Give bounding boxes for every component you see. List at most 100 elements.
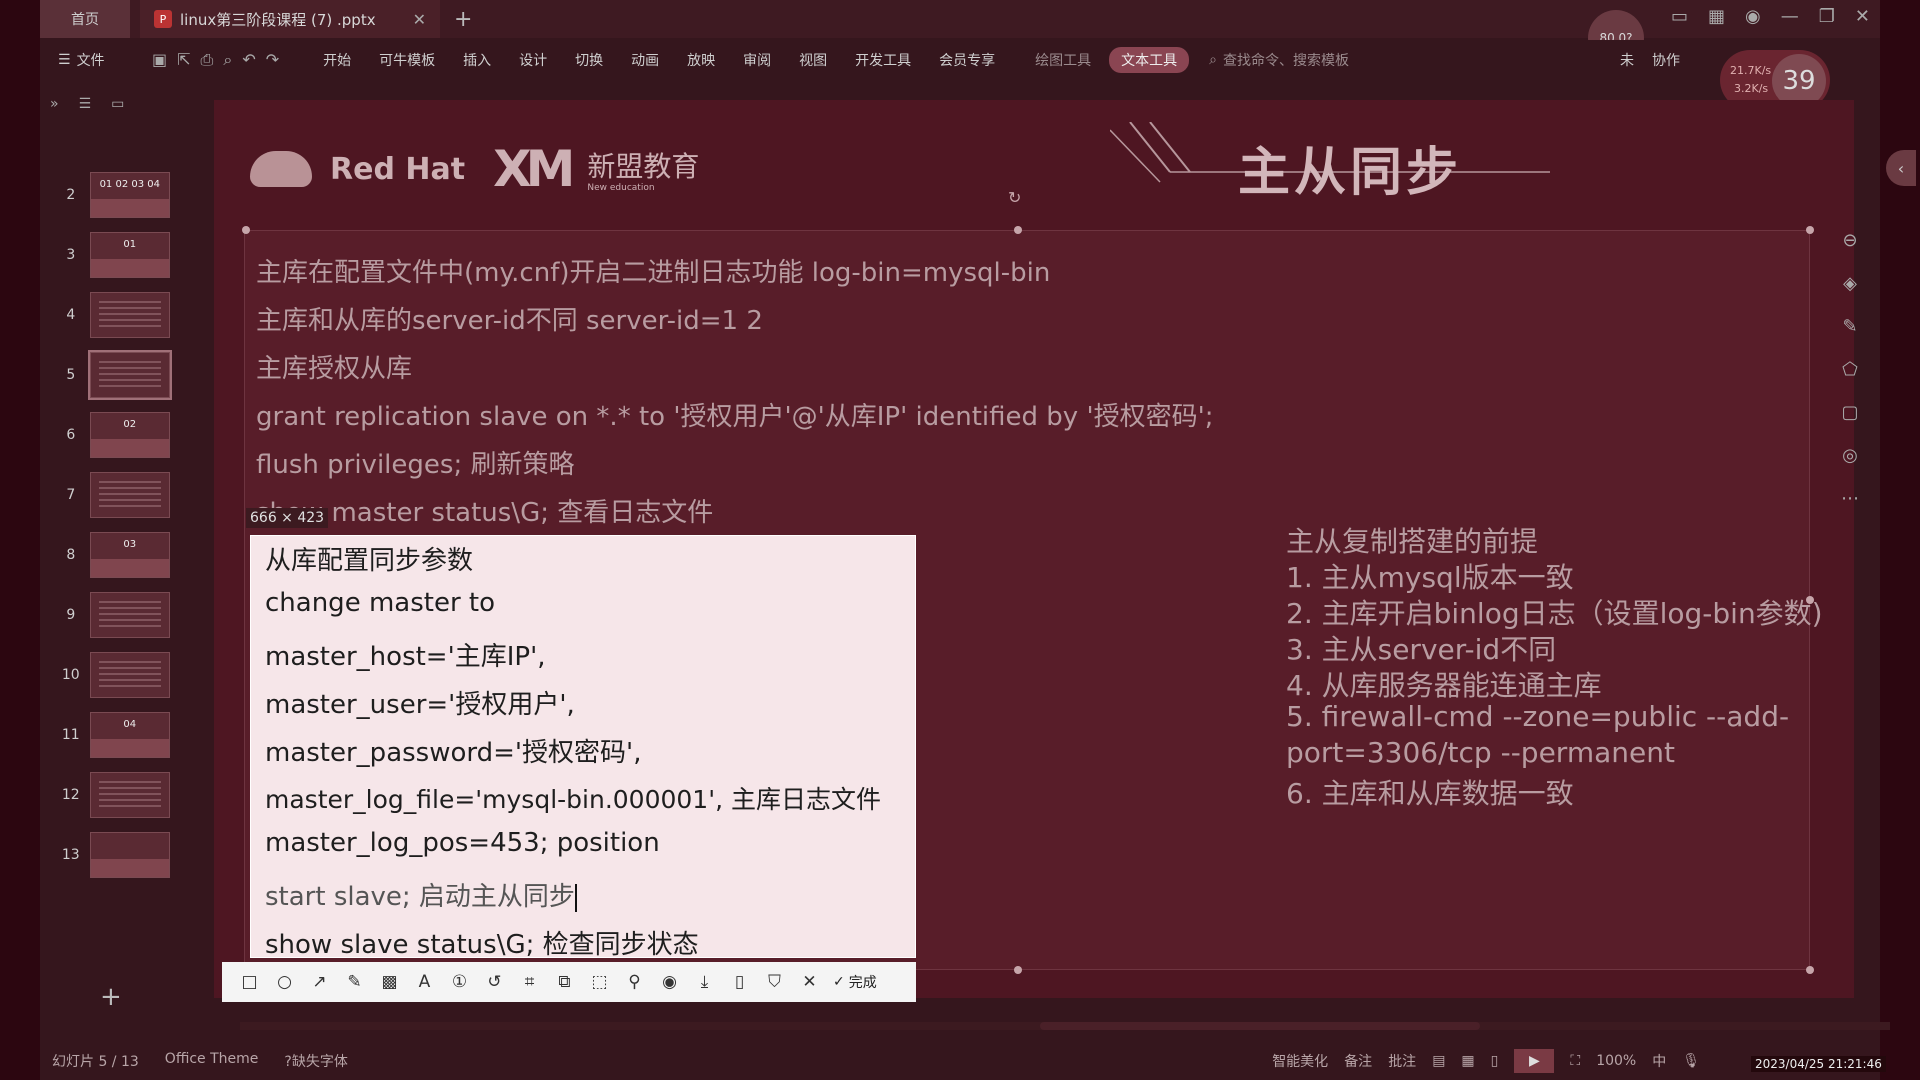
- new-tab-icon[interactable]: +: [454, 7, 472, 32]
- undo-icon[interactable]: ↺: [477, 972, 512, 992]
- sorter-view-icon[interactable]: ▦: [1461, 1053, 1474, 1069]
- file-menu[interactable]: ☰ 文件: [58, 50, 138, 70]
- pin-icon[interactable]: ⚲: [617, 972, 652, 992]
- resize-handle[interactable]: [1806, 226, 1814, 234]
- tab-developer[interactable]: 开发工具: [841, 50, 925, 70]
- tab-animation[interactable]: 动画: [617, 50, 673, 70]
- collaborate-button[interactable]: 协作: [1652, 50, 1680, 70]
- screenshot-capture-region[interactable]: 从库配置同步参数 change master to master_host='主…: [250, 535, 916, 960]
- tab-templates[interactable]: 可牛模板: [365, 50, 449, 70]
- pen-icon[interactable]: ✎: [1842, 316, 1857, 337]
- undo-icon[interactable]: ↶: [242, 50, 255, 70]
- text-icon[interactable]: A: [407, 972, 442, 992]
- number-marker-icon[interactable]: ①: [442, 972, 477, 992]
- resize-handle[interactable]: [1014, 226, 1022, 234]
- slide-title[interactable]: 主从同步: [1238, 130, 1462, 205]
- tab-drawing-tools[interactable]: 绘图工具: [1035, 50, 1091, 70]
- resize-handle[interactable]: [242, 226, 250, 234]
- tab-slideshow[interactable]: 放映: [673, 50, 729, 70]
- avatar[interactable]: ◉: [1745, 6, 1761, 27]
- collapse-pane-icon[interactable]: »: [50, 96, 59, 112]
- frame-icon[interactable]: ▢: [1841, 402, 1858, 423]
- collapse-panel-button[interactable]: ‹: [1886, 150, 1916, 186]
- record-icon[interactable]: ◉: [652, 972, 687, 992]
- preview-icon[interactable]: ⌕: [223, 50, 232, 70]
- export-icon[interactable]: ⇱: [177, 50, 190, 70]
- smart-beautify-button[interactable]: 智能美化: [1272, 1051, 1328, 1071]
- ellipse-icon[interactable]: ○: [267, 972, 302, 992]
- missing-font-button[interactable]: ?缺失字体: [284, 1051, 347, 1071]
- cloud-sync-button[interactable]: 未: [1620, 50, 1634, 70]
- slide-thumbnail[interactable]: 8 03: [60, 532, 170, 578]
- zoom-level[interactable]: 100%: [1596, 1053, 1636, 1069]
- tab-design[interactable]: 设计: [505, 50, 561, 70]
- shape-icon[interactable]: ⬠: [1842, 359, 1858, 380]
- rotate-handle-icon[interactable]: ↻: [1008, 188, 1021, 207]
- ime-indicator[interactable]: 中: [1652, 1051, 1666, 1071]
- bookmark-icon[interactable]: ⛉: [757, 972, 792, 992]
- thumbnail-number: 11: [61, 727, 80, 743]
- rectangle-icon[interactable]: □: [232, 972, 267, 992]
- command-search[interactable]: ⌕ 查找命令、搜索模板: [1209, 50, 1349, 70]
- window-close-icon[interactable]: ✕: [1855, 6, 1870, 27]
- redo-icon[interactable]: ↷: [266, 50, 279, 70]
- slide-thumbnail[interactable]: 10: [60, 652, 170, 698]
- phone-icon[interactable]: ▯: [722, 972, 757, 992]
- slide-thumbnail[interactable]: 7: [60, 472, 170, 518]
- close-tab-icon[interactable]: ✕: [413, 10, 426, 29]
- layout-icon[interactable]: ▭: [1671, 6, 1688, 27]
- slide-thumbnail[interactable]: 2 01 02 03 04: [60, 172, 170, 218]
- tab-member[interactable]: 会员专享: [925, 50, 1009, 70]
- horizontal-scrollbar[interactable]: [240, 1022, 1890, 1030]
- slide-thumbnail[interactable]: 13: [60, 832, 170, 878]
- layers-icon[interactable]: ◈: [1843, 273, 1857, 294]
- slide-thumbnail[interactable]: 3 01: [60, 232, 170, 278]
- tab-review[interactable]: 审阅: [729, 50, 785, 70]
- outline-view-icon[interactable]: ▭: [111, 96, 124, 112]
- home-tab[interactable]: 首页: [40, 0, 130, 38]
- restore-icon[interactable]: ❐: [1819, 6, 1835, 27]
- slide-thumbnail[interactable]: 6 02: [60, 412, 170, 458]
- idea-icon[interactable]: ◎: [1842, 445, 1858, 466]
- mosaic-icon[interactable]: ▩: [372, 972, 407, 992]
- pencil-icon[interactable]: ✎: [337, 972, 372, 992]
- download-icon[interactable]: ⤓: [687, 972, 722, 992]
- mic-icon[interactable]: 🎙: [1682, 1053, 1700, 1069]
- select-region-icon[interactable]: ⬚: [582, 972, 617, 992]
- minimize-icon[interactable]: —: [1781, 6, 1799, 27]
- translate-icon[interactable]: ⧉: [547, 972, 582, 992]
- slide-thumbnail[interactable]: 5: [60, 350, 173, 400]
- theme-name[interactable]: Office Theme: [165, 1051, 259, 1071]
- scrollbar-thumb[interactable]: [1040, 1022, 1480, 1030]
- more-icon[interactable]: ⋯: [1841, 488, 1859, 509]
- slide-thumbnail[interactable]: 11 04: [60, 712, 170, 758]
- comments-button[interactable]: 批注: [1388, 1051, 1416, 1071]
- reading-view-icon[interactable]: ▯: [1491, 1053, 1499, 1069]
- thumbnail-preview: [89, 292, 170, 338]
- minus-icon[interactable]: ⊖: [1842, 230, 1857, 251]
- play-slideshow-button[interactable]: ▶: [1514, 1049, 1555, 1073]
- tab-start[interactable]: 开始: [309, 50, 365, 70]
- arrow-icon[interactable]: ↗: [302, 972, 337, 992]
- slide-thumbnail[interactable]: 9: [60, 592, 170, 638]
- list-view-icon[interactable]: ☰: [79, 96, 92, 112]
- resize-handle[interactable]: [1014, 966, 1022, 974]
- done-button[interactable]: ✓ 完成: [833, 972, 877, 992]
- print-icon[interactable]: ⎙: [201, 50, 214, 70]
- document-tab[interactable]: P linux第三阶段课程 (7) .pptx ✕: [140, 0, 440, 38]
- save-icon[interactable]: ▣: [152, 50, 167, 70]
- cancel-icon[interactable]: ✕: [792, 972, 827, 992]
- fit-icon[interactable]: ⛶: [1570, 1053, 1580, 1069]
- tab-transition[interactable]: 切换: [561, 50, 617, 70]
- normal-view-icon[interactable]: ▤: [1432, 1053, 1445, 1069]
- slide-thumbnail[interactable]: 4: [60, 292, 170, 338]
- notes-button[interactable]: 备注: [1344, 1051, 1372, 1071]
- grid-icon[interactable]: ▦: [1708, 6, 1725, 27]
- slide-thumbnail[interactable]: 12: [60, 772, 170, 818]
- add-slide-icon[interactable]: +: [100, 982, 122, 1012]
- resize-handle[interactable]: [1806, 966, 1814, 974]
- ocr-icon[interactable]: ⌗: [512, 972, 547, 992]
- tab-insert[interactable]: 插入: [449, 50, 505, 70]
- tab-view[interactable]: 视图: [785, 50, 841, 70]
- tab-text-tools[interactable]: 文本工具: [1109, 47, 1190, 73]
